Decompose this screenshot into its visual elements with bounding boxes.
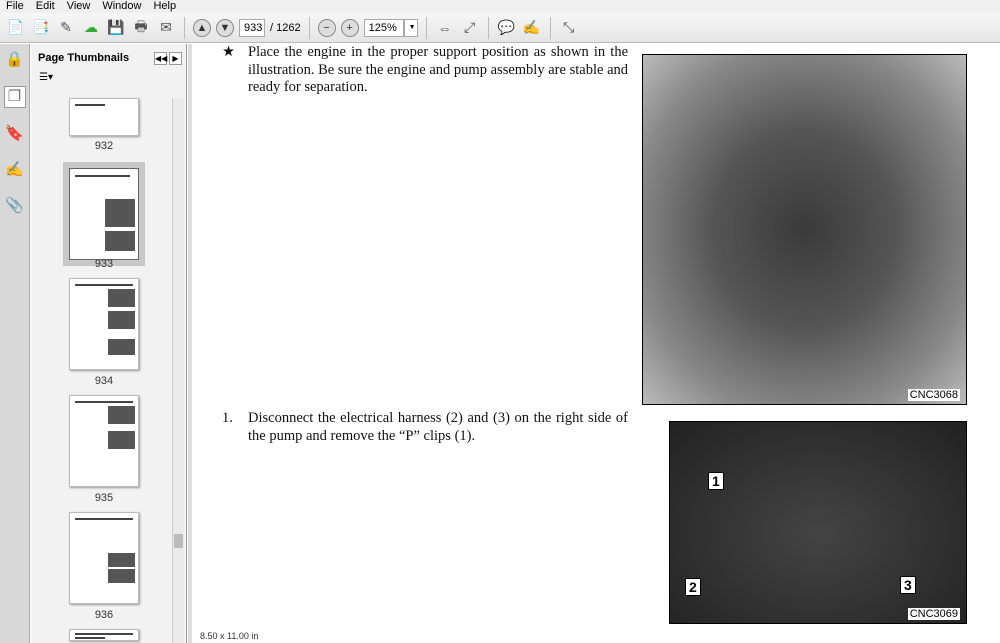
highlight-icon[interactable]: ✍	[522, 18, 542, 38]
thumbnail-934[interactable]	[69, 278, 139, 370]
thumbnails-panel: Page Thumbnails ◀◀ ▶ ☰▾ 932 933 934 935 9…	[31, 44, 187, 643]
divider	[425, 16, 427, 39]
pump-harness-photo: 1 2 3 CNC3069	[669, 421, 967, 624]
save-icon[interactable]: 💾	[106, 18, 126, 38]
menu-edit[interactable]: Edit	[36, 0, 55, 13]
menu-view[interactable]: View	[67, 0, 91, 13]
menu-help[interactable]: Help	[153, 0, 176, 13]
thumbnail-935[interactable]	[69, 395, 139, 487]
comment-icon[interactable]: 💬	[497, 18, 517, 38]
callout-1: 1	[708, 472, 724, 490]
fit-page-icon[interactable]: ⤢	[460, 18, 480, 38]
toolbar: 📄 📑 ✎ ☁ 💾 🖶 ✉ ▲ ▼ 933 / 1262 − + 125% ▼ …	[0, 13, 1000, 43]
zoom-input[interactable]: 125%	[363, 18, 404, 37]
page-thumbnails-icon[interactable]: ❐	[3, 86, 26, 108]
zoom-out-icon[interactable]: −	[317, 18, 336, 37]
previous-page-icon[interactable]: ▲	[193, 18, 211, 37]
collapse-panel-icon[interactable]: ◀◀	[154, 52, 167, 65]
thumbnail-937[interactable]	[69, 629, 139, 641]
menu-file[interactable]: File	[6, 0, 24, 13]
signature-icon[interactable]: ✍	[5, 160, 25, 180]
panel-header: Page Thumbnails ◀◀ ▶	[31, 44, 186, 72]
thumbnail-scrollbar[interactable]	[172, 98, 184, 643]
thumbnail-label: 936	[94, 609, 114, 621]
expand-panel-icon[interactable]: ▶	[169, 52, 182, 65]
star-bullet: ★	[222, 44, 235, 60]
page-total: / 1262	[270, 21, 301, 34]
print-icon[interactable]: 🖶	[131, 18, 151, 38]
thumbnail-label: 932	[94, 140, 114, 152]
callout-3: 3	[900, 576, 916, 594]
thumbnail-label: 935	[94, 492, 114, 504]
step-number: 1.	[222, 410, 233, 426]
menu-bar: File Edit View Window Help	[0, 0, 1000, 13]
thumbnail-label: 933	[94, 258, 114, 270]
divider	[184, 16, 185, 39]
photo-caption: CNC3069	[907, 608, 960, 620]
divider	[308, 16, 310, 39]
thumbnail-933[interactable]	[63, 162, 145, 266]
lock-icon[interactable]: 🔒	[5, 50, 25, 70]
engine-support-photo: CNC3068	[642, 54, 967, 405]
create-icon[interactable]: 📄	[6, 18, 26, 38]
thumbnail-936[interactable]	[69, 512, 139, 604]
thumbnail-label: 934	[94, 375, 114, 387]
email-icon[interactable]: ✉	[156, 18, 176, 38]
zoom-in-icon[interactable]: +	[340, 18, 359, 37]
upload-icon[interactable]: ☁	[81, 18, 101, 38]
next-page-icon[interactable]: ▼	[216, 18, 234, 37]
page-size-status: 8.50 x 11.00 in	[200, 631, 259, 641]
thumbnail-932[interactable]	[69, 98, 139, 136]
divider	[487, 16, 489, 39]
fullscreen-icon[interactable]: ⤡	[559, 18, 579, 38]
panel-title: Page Thumbnails	[38, 52, 130, 64]
photo-caption: CNC3068	[907, 389, 960, 401]
fit-width-icon[interactable]: ⇔	[435, 18, 455, 38]
bookmark-icon[interactable]: 🔖	[5, 124, 25, 144]
step1-text: Disconnect the electrical harness (2) an…	[248, 410, 628, 444]
document-view: ★ Place the engine in the proper support…	[188, 44, 1000, 643]
zoom-dropdown-icon[interactable]: ▼	[403, 18, 418, 37]
menu-window[interactable]: Window	[102, 0, 141, 13]
divider	[549, 16, 551, 39]
navigation-rail: 🔒 ❐ 🔖 ✍ 📎	[0, 44, 30, 643]
combine-icon[interactable]: 📑	[31, 18, 51, 38]
options-menu-icon[interactable]: ☰▾	[31, 72, 186, 90]
edit-icon[interactable]: ✎	[56, 18, 76, 38]
scrollbar-thumb[interactable]	[174, 534, 183, 548]
callout-2: 2	[685, 578, 701, 596]
thumbnail-list: 932 933 934 935 936	[37, 98, 172, 643]
attachment-icon[interactable]: 📎	[5, 196, 25, 216]
step-star-text: Place the engine in the proper support p…	[248, 44, 628, 95]
page-number-input[interactable]: 933	[239, 18, 265, 37]
